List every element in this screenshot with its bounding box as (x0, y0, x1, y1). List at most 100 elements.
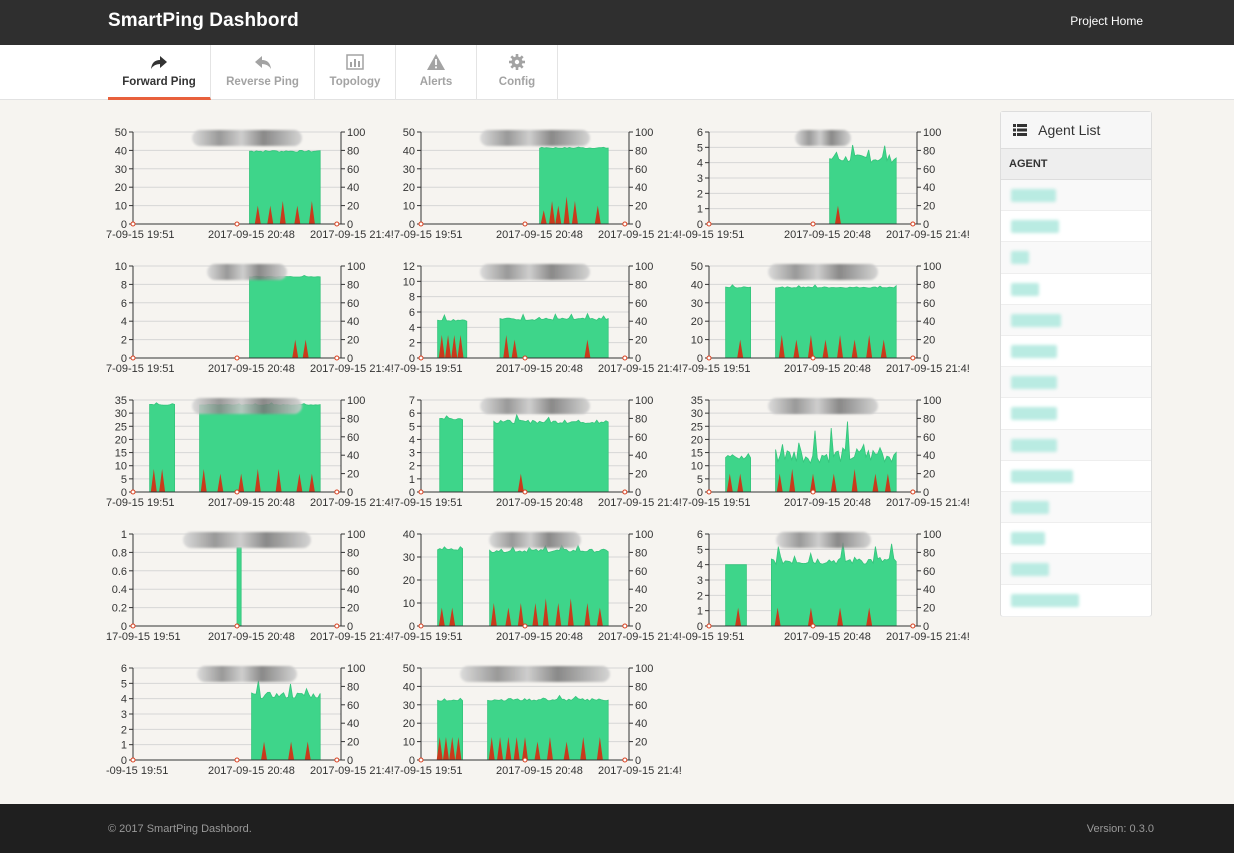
app-title[interactable]: SmartPing Dashbord (108, 10, 299, 32)
y2-tick-label: 20 (635, 201, 647, 213)
x-marker (418, 489, 424, 495)
tab-label: Reverse Ping (226, 76, 299, 88)
x-tick-label: 7-09-15 19:51 (106, 363, 175, 375)
y2-tick-label: 20 (923, 469, 935, 481)
agent-row[interactable] (1001, 585, 1151, 617)
y2-tick-label: 80 (347, 681, 359, 693)
delay-area (775, 284, 897, 359)
ping-chart[interactable]: 0 0.2 0.4 0.6 0.8 1 0 20 40 60 80 100 17-09-15 19:51… (106, 528, 394, 653)
y-tick-label: 0.4 (112, 584, 127, 596)
y-tick-label: 20 (403, 575, 415, 587)
agent-name (1011, 344, 1057, 358)
y-tick-label: 12 (403, 261, 415, 273)
y-tick-label: 6 (409, 408, 415, 420)
y-tick-label: 10 (691, 461, 703, 473)
ping-chart[interactable]: 0 1 2 3 4 5 6 0 20 40 60 80 100 -09-15 19:51 2017-09-1… (682, 528, 970, 653)
x-tick-label: 2017-09-15 21:4! (310, 497, 394, 509)
x-tick-label: 2017-09-15 20:48 (208, 765, 295, 777)
delay-area (487, 694, 609, 761)
y-tick-label: 5 (121, 678, 127, 690)
x-tick-label: 7-09-15 19:51 (394, 497, 463, 509)
agent-row[interactable] (1001, 554, 1151, 586)
y-tick-label: 3 (121, 709, 127, 721)
x-tick-label: 7-09-15 19:51 (394, 229, 463, 241)
y2-tick-label: 80 (923, 547, 935, 559)
x-marker (130, 489, 136, 495)
agent-row[interactable] (1001, 304, 1151, 336)
agent-row[interactable] (1001, 523, 1151, 555)
tab-reverse-ping[interactable]: Reverse Ping (211, 45, 315, 100)
ping-chart[interactable]: 0 2 4 6 8 10 0 20 40 60 80 100 7-09-15 19:51 2017-09-… (106, 260, 394, 385)
agent-name (1011, 189, 1056, 202)
y-tick-label: 50 (403, 127, 415, 139)
y2-tick-label: 20 (635, 603, 647, 615)
ping-chart[interactable]: 0 10 20 30 40 50 0 20 40 60 80 100 7-09-15 19:51 2017… (394, 126, 682, 251)
y-tick-label: 10 (115, 201, 127, 213)
project-home-link[interactable]: Project Home (1070, 14, 1143, 28)
y2-tick-label: 40 (923, 182, 935, 194)
x-tick-label: 2017-09-15 20:48 (784, 229, 871, 241)
x-marker (334, 757, 340, 763)
x-tick-label: 2017-09-15 21:4! (310, 631, 394, 643)
ping-chart[interactable]: 0 1 2 3 4 5 6 0 20 40 60 80 100 -09-15 19:51 2017-09-1… (106, 662, 394, 787)
y2-tick-label: 40 (347, 450, 359, 462)
delay-area (236, 547, 242, 627)
ping-chart[interactable]: 0 2 4 6 8 10 12 0 20 40 60 80 100 7-09-15 19:51 2017-0… (394, 260, 682, 385)
y-tick-label: 6 (409, 307, 415, 319)
x-marker (418, 355, 424, 361)
ping-chart[interactable]: 0 1 2 3 4 5 6 7 0 20 40 60 80 100 7-09-15 19:51 2017-09… (394, 394, 682, 519)
y2-tick-label: 100 (635, 127, 653, 139)
ping-chart[interactable]: 0 10 20 30 40 50 0 20 40 60 80 100 7-09-15 19:51 2017… (682, 260, 970, 385)
y2-tick-label: 100 (635, 663, 653, 675)
y2-tick-label: 100 (923, 395, 941, 407)
x-tick-label: 7-09-15 19:51 (682, 497, 751, 509)
agent-row[interactable] (1001, 367, 1151, 399)
agent-row[interactable] (1001, 180, 1151, 212)
x-tick-label: 2017-09-15 20:48 (208, 631, 295, 643)
agent-name (1011, 438, 1057, 452)
y2-tick-label: 100 (635, 395, 653, 407)
y-tick-label: 20 (115, 434, 127, 446)
chart-title (775, 532, 871, 548)
y-tick-label: 10 (403, 201, 415, 213)
ping-chart[interactable]: 0 10 20 30 40 50 0 20 40 60 80 100 7-09-15 19:51 2017… (106, 126, 394, 251)
y-tick-label: 6 (121, 663, 127, 675)
agent-row[interactable] (1001, 211, 1151, 243)
x-marker (334, 623, 340, 629)
tab-label: Alerts (419, 76, 453, 88)
y-tick-label: 1 (697, 606, 703, 618)
tab-topology[interactable]: Topology (315, 45, 396, 100)
agent-row[interactable] (1001, 336, 1151, 368)
agent-row[interactable] (1001, 398, 1151, 430)
agent-name (1011, 407, 1057, 421)
y2-tick-label: 40 (635, 316, 647, 328)
tab-config[interactable]: Config (477, 45, 558, 100)
y2-tick-label: 40 (347, 584, 359, 596)
x-marker (810, 221, 816, 227)
agent-row[interactable] (1001, 491, 1151, 524)
y2-tick-label: 40 (923, 316, 935, 328)
ping-chart[interactable]: 0 5 10 15 20 25 30 35 0 20 40 60 80 100 7-09-15 19:51 2… (682, 394, 970, 519)
y2-tick-label: 80 (923, 145, 935, 157)
y-tick-label: 4 (121, 316, 127, 328)
ping-chart[interactable]: 0 1 2 3 4 5 6 0 20 40 60 80 100 -09-15 19:51 2017-09-1… (682, 126, 970, 251)
ping-chart[interactable]: 0 10 20 30 40 50 0 20 40 60 80 100 7-09-15 19:51 2017… (394, 662, 682, 787)
y2-tick-label: 20 (635, 737, 647, 749)
warning-icon (396, 53, 476, 75)
agent-row[interactable] (1001, 429, 1151, 461)
x-tick-label: -09-15 19:51 (106, 765, 168, 777)
agent-row[interactable] (1001, 242, 1151, 274)
y-tick-label: 15 (115, 448, 127, 460)
y-tick-label: 20 (115, 182, 127, 194)
ping-chart[interactable]: 0 5 10 15 20 25 30 35 0 20 40 60 80 100 7-09-15 19:51 2… (106, 394, 394, 519)
tab-forward-ping[interactable]: Forward Ping (108, 45, 211, 100)
agent-row[interactable] (1001, 461, 1151, 492)
x-marker (234, 221, 240, 227)
ping-chart[interactable]: 0 10 20 30 40 0 20 40 60 80 100 7-09-15 19:51 2017-0… (394, 528, 682, 653)
y2-tick-label: 20 (635, 469, 647, 481)
tab-alerts[interactable]: Alerts (396, 45, 477, 100)
x-marker (910, 355, 916, 361)
y-tick-label: 30 (403, 552, 415, 564)
chart-title (768, 398, 878, 414)
agent-row[interactable] (1001, 274, 1151, 305)
